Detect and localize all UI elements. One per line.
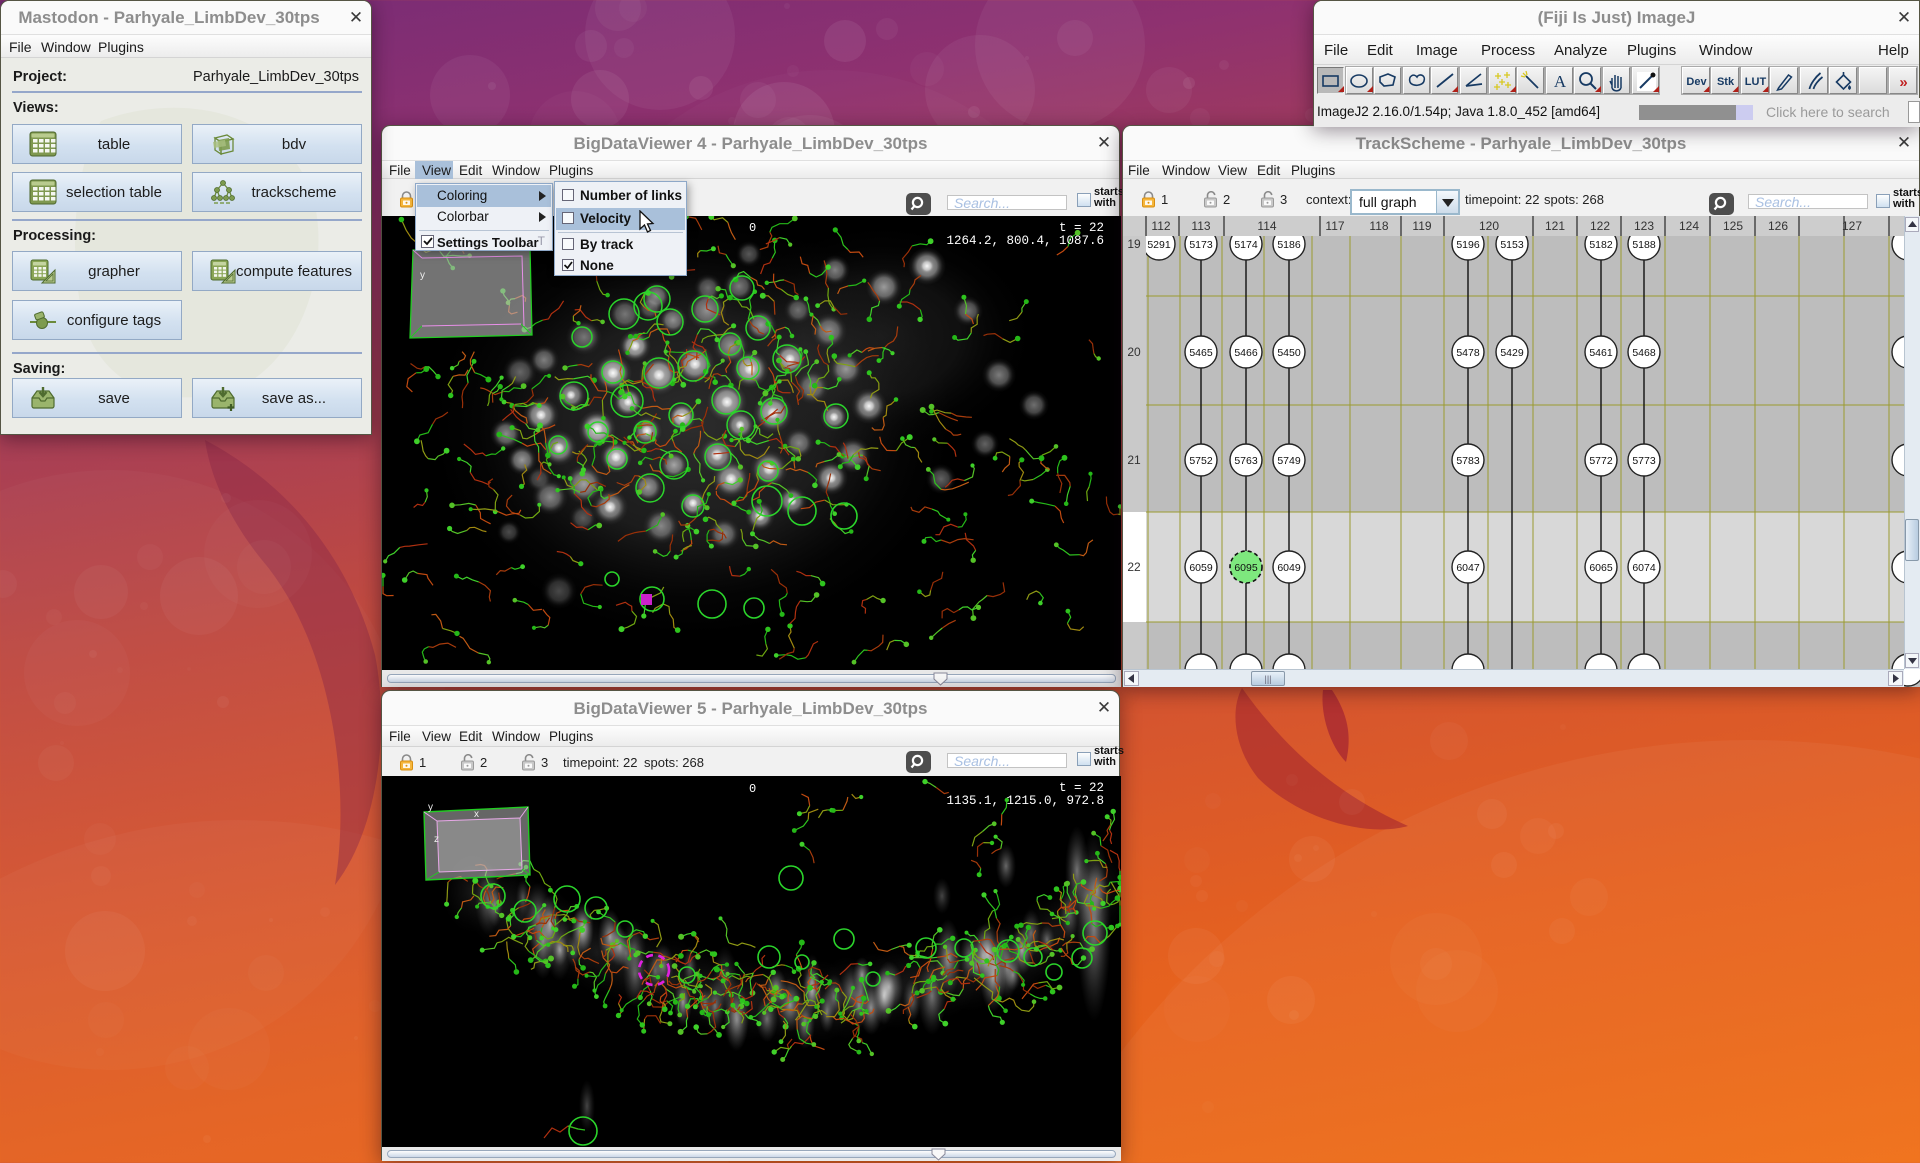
svg-text:0: 0	[749, 782, 756, 796]
svg-text:t = 22: t = 22	[1059, 781, 1104, 795]
svg-text:121: 121	[1545, 219, 1565, 233]
svg-text:5429: 5429	[1500, 347, 1524, 359]
svg-text:5466: 5466	[1234, 347, 1258, 359]
svg-text:21: 21	[1127, 453, 1141, 467]
svg-text:5749: 5749	[1277, 455, 1301, 467]
svg-text:6095: 6095	[1234, 562, 1258, 574]
svg-text:20: 20	[1127, 345, 1141, 359]
svg-text:5196: 5196	[1456, 239, 1480, 251]
svg-text:z: z	[434, 834, 439, 845]
svg-text:»: »	[1899, 74, 1907, 91]
svg-text:125: 125	[1723, 219, 1743, 233]
svg-text:22: 22	[1127, 560, 1141, 574]
svg-text:5772: 5772	[1589, 455, 1613, 467]
svg-text:124: 124	[1679, 219, 1699, 233]
svg-text:5153: 5153	[1500, 239, 1524, 251]
svg-text:120: 120	[1479, 219, 1499, 233]
svg-text:5465: 5465	[1189, 347, 1213, 359]
svg-text:118: 118	[1369, 219, 1388, 233]
svg-text:123: 123	[1634, 219, 1654, 233]
svg-text:6047: 6047	[1456, 562, 1480, 574]
svg-text:Stk: Stk	[1717, 76, 1735, 88]
svg-text:122: 122	[1590, 219, 1610, 233]
svg-text:6059: 6059	[1189, 562, 1213, 574]
svg-text:t = 22: t = 22	[1059, 221, 1104, 235]
svg-text:112: 112	[1151, 219, 1170, 233]
svg-text:113: 113	[1191, 219, 1210, 233]
svg-text:5752: 5752	[1189, 455, 1213, 467]
svg-text:5478: 5478	[1456, 347, 1480, 359]
svg-text:117: 117	[1325, 219, 1344, 233]
svg-text:0: 0	[749, 221, 756, 235]
svg-text:5763: 5763	[1234, 455, 1258, 467]
svg-text:x: x	[474, 809, 479, 820]
svg-text:Dev: Dev	[1686, 76, 1707, 88]
svg-text:5186: 5186	[1277, 239, 1301, 251]
svg-text:127: 127	[1842, 219, 1862, 233]
svg-text:6074: 6074	[1632, 562, 1656, 574]
svg-text:5174: 5174	[1234, 239, 1258, 251]
svg-text:6065: 6065	[1589, 562, 1613, 574]
svg-text:5468: 5468	[1632, 347, 1656, 359]
svg-text:5461: 5461	[1589, 347, 1613, 359]
svg-text:A: A	[1554, 72, 1567, 91]
svg-text:5291: 5291	[1147, 239, 1171, 251]
svg-text:5182: 5182	[1589, 239, 1613, 251]
svg-text:y: y	[428, 802, 433, 813]
svg-text:126: 126	[1768, 219, 1788, 233]
svg-text:y: y	[420, 270, 425, 281]
svg-text:6049: 6049	[1277, 562, 1301, 574]
svg-text:1264.2, 800.4, 1087.6: 1264.2, 800.4, 1087.6	[946, 234, 1104, 248]
svg-text:119: 119	[1412, 219, 1431, 233]
svg-text:1135.1, 1215.0, 972.8: 1135.1, 1215.0, 972.8	[946, 794, 1104, 808]
svg-text:114: 114	[1257, 219, 1276, 233]
svg-text:5450: 5450	[1277, 347, 1301, 359]
svg-text:5188: 5188	[1632, 239, 1656, 251]
svg-text:LUT: LUT	[1745, 76, 1767, 88]
svg-text:19: 19	[1127, 237, 1141, 251]
svg-text:5783: 5783	[1456, 455, 1480, 467]
svg-text:5173: 5173	[1189, 239, 1213, 251]
svg-text:5773: 5773	[1632, 455, 1656, 467]
